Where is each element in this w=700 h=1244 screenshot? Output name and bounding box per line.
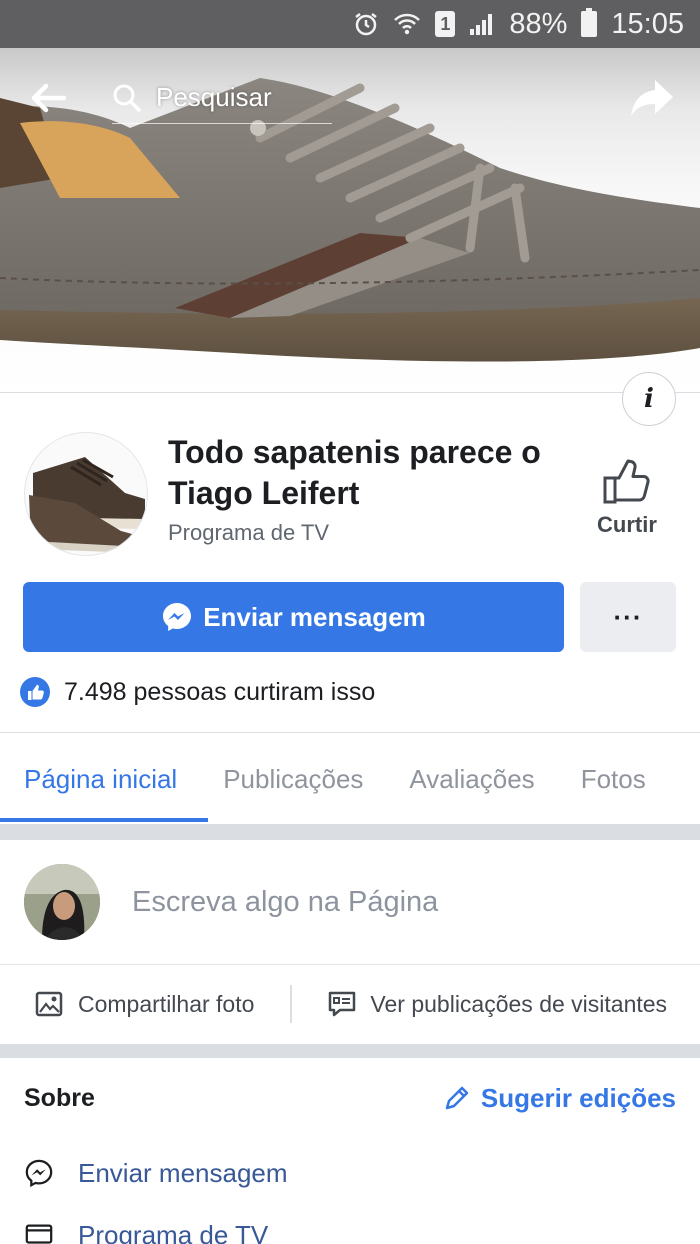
page-category[interactable]: Programa de TV xyxy=(168,520,329,546)
tab-home[interactable]: Página inicial xyxy=(24,733,177,827)
page-name: Todo sapatenis parece o Tiago Leifert xyxy=(168,434,541,511)
likes-summary[interactable]: 7.498 pessoas curtiram isso xyxy=(20,672,375,712)
pencil-icon xyxy=(445,1086,469,1110)
shoe-thumbnail-image xyxy=(29,457,145,553)
battery-percent: 88% xyxy=(509,7,568,40)
about-category-row[interactable]: Programa de TV xyxy=(24,1210,268,1244)
active-tab-indicator xyxy=(0,818,208,822)
share-icon xyxy=(631,80,673,116)
section-divider xyxy=(0,1044,700,1058)
share-photo-label: Compartilhar foto xyxy=(78,990,255,1017)
battery-icon xyxy=(581,8,598,37)
signal-icon xyxy=(469,12,495,36)
user-photo-image xyxy=(24,864,100,940)
back-arrow-icon xyxy=(31,83,66,113)
top-nav: Pesquisar xyxy=(0,48,700,148)
visitor-posts-label: Ver publicações de visitantes xyxy=(370,990,668,1017)
back-button[interactable] xyxy=(20,70,76,126)
sim-slot-icon: 1 xyxy=(435,11,456,37)
search-icon xyxy=(113,84,141,112)
user-avatar xyxy=(24,864,100,940)
composer-actions: Compartilhar foto Ver publicações de vis… xyxy=(0,966,700,1042)
page-actions: Enviar mensagem ··· xyxy=(0,582,700,652)
likes-count: 7.498 pessoas curtiram isso xyxy=(64,677,376,706)
visitor-posts-icon xyxy=(329,991,356,1017)
info-button[interactable]: i xyxy=(622,372,676,426)
cover-photo[interactable]: Pesquisar xyxy=(0,48,700,393)
section-divider xyxy=(0,824,700,840)
page-avatar[interactable] xyxy=(24,432,148,556)
messenger-icon xyxy=(163,603,192,631)
like-label: Curtir xyxy=(597,512,657,537)
about-header: Sobre Sugerir edições xyxy=(0,1068,700,1128)
about-send-message-row[interactable]: Enviar mensagem xyxy=(24,1148,288,1198)
search-input[interactable]: Pesquisar xyxy=(112,72,332,124)
like-badge-icon xyxy=(20,677,50,707)
wifi-icon xyxy=(393,11,421,37)
composer-actions-separator xyxy=(290,985,293,1023)
more-options-button[interactable]: ··· xyxy=(580,582,676,652)
tab-posts[interactable]: Publicações xyxy=(223,733,363,827)
clock: 15:05 xyxy=(611,7,684,40)
tab-reviews[interactable]: Avaliações xyxy=(409,733,534,827)
suggest-edits-button[interactable]: Sugerir edições xyxy=(443,1083,676,1114)
page-tabs: Página inicial Publicações Avaliações Fo… xyxy=(0,732,700,826)
page-profile: Todo sapatenis parece o Tiago Leifert Pr… xyxy=(0,420,700,570)
suggest-edits-label: Sugerir edições xyxy=(480,1082,676,1113)
about-title: Sobre xyxy=(24,1083,95,1112)
share-button[interactable] xyxy=(624,70,680,126)
search-placeholder: Pesquisar xyxy=(156,82,272,112)
send-message-button[interactable]: Enviar mensagem xyxy=(23,582,564,652)
tab-photos[interactable]: Fotos xyxy=(581,733,646,827)
post-composer[interactable]: Escreva algo na Página xyxy=(0,840,700,965)
thumbs-up-icon xyxy=(603,459,650,504)
messenger-icon xyxy=(25,1159,53,1188)
send-message-label: Enviar mensagem xyxy=(203,601,426,632)
about-category-label: Programa de TV xyxy=(78,1219,269,1244)
share-photo-button[interactable]: Compartilhar foto xyxy=(34,988,254,1020)
about-send-message-label: Enviar mensagem xyxy=(78,1157,288,1188)
visitor-posts-button[interactable]: Ver publicações de visitantes xyxy=(326,988,667,1020)
like-button[interactable]: Curtir xyxy=(590,456,664,538)
composer-placeholder: Escreva algo na Página xyxy=(132,885,439,918)
alarm-icon xyxy=(353,11,379,37)
tv-icon xyxy=(25,1224,53,1244)
photo-icon xyxy=(35,991,63,1017)
status-bar: 1 88% 15:05 xyxy=(0,0,700,48)
